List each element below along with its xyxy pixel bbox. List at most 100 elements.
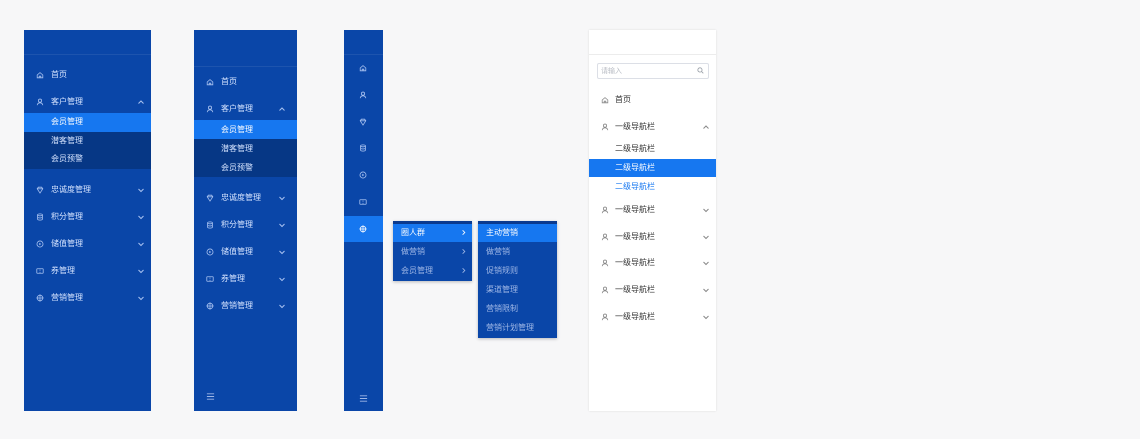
play-circle-icon: [36, 240, 44, 248]
database-icon: [36, 212, 44, 221]
sidebar-item-6[interactable]: 营销管理: [194, 297, 297, 315]
submenu-item-2[interactable]: 会员预警: [24, 150, 151, 169]
light-submenu-item-1[interactable]: 二级导航栏: [589, 159, 716, 177]
chevron-up-icon: [702, 123, 709, 130]
sidebar-item-1[interactable]: 客户管理: [24, 93, 151, 111]
sidebar-item-3[interactable]: 积分管理: [194, 216, 297, 234]
submenu-item-label: 潜客管理: [51, 135, 83, 145]
sidebar-item-label: 营销管理: [221, 301, 253, 310]
user-icon: [601, 286, 609, 294]
flyout-menu-2: 主动营销做营销促销规则渠道管理营销限制营销计划管理: [478, 221, 557, 338]
database-icon: [359, 144, 367, 152]
ticket-icon: [359, 198, 367, 206]
menu-fold-icon[interactable]: [206, 392, 215, 401]
flyout2-item-1[interactable]: 做营销: [478, 243, 557, 261]
home-icon: [359, 64, 367, 72]
ticket-icon: [206, 275, 214, 283]
submenu-item-label: 会员预警: [51, 154, 83, 163]
chevron-down-icon: [702, 206, 709, 213]
user-icon: [601, 123, 609, 131]
chevron-down-icon: [137, 213, 144, 220]
light-menu-item-3[interactable]: 一级导航栏: [589, 254, 716, 272]
light-menu-item-2[interactable]: 一级导航栏: [589, 228, 716, 246]
submenu-item-1[interactable]: 潜客管理: [24, 131, 151, 150]
sidebar-item-2[interactable]: 忠诚度管理: [194, 189, 297, 207]
sidebar-expanded-1: 首页客户管理会员管理潜客管理会员预警忠诚度管理积分管理储值管理券管理营销管理: [24, 30, 151, 411]
sidebar-item-label: 客户管理: [51, 97, 83, 106]
submenu-item-1[interactable]: 潜客管理: [194, 139, 297, 158]
sidebar-item-1[interactable]: 客户管理: [194, 100, 297, 118]
chevron-down-icon: [137, 267, 144, 274]
user-icon: [36, 98, 44, 106]
flyout-item-label: 做营销: [401, 247, 425, 256]
flyout1-item-1[interactable]: 做营销: [393, 243, 472, 261]
submenu-item-label: 会员预警: [221, 163, 253, 172]
flyout-item-label: 渠道管理: [486, 285, 518, 294]
sidebar-item-label: 积分管理: [221, 220, 253, 229]
sidebar-item-6[interactable]: 营销管理: [24, 289, 151, 307]
submenu-item-0[interactable]: 会员管理: [194, 120, 297, 139]
search-placeholder: 请输入: [601, 67, 622, 75]
sidebar-item-4[interactable]: 储值管理: [24, 235, 151, 253]
light-submenu-item-2[interactable]: 二级导航栏: [589, 178, 716, 196]
flyout2-item-3[interactable]: 渠道管理: [478, 281, 557, 299]
sidebar-item-3[interactable]: 积分管理: [24, 208, 151, 226]
sidebar-item-label: 营销管理: [51, 292, 83, 302]
sidebar-icon-item-1[interactable]: [344, 82, 383, 108]
chevron-down-icon: [137, 186, 144, 193]
flyout2-item-0[interactable]: 主动营销: [478, 224, 557, 242]
light-menu-item-5[interactable]: 一级导航栏: [589, 308, 716, 326]
flyout-item-label: 营销计划管理: [486, 323, 534, 332]
sidebar-icon-item-3[interactable]: [344, 135, 383, 161]
user-icon: [601, 206, 609, 214]
search-icon[interactable]: [697, 67, 704, 74]
sidebar-header: [344, 30, 383, 55]
submenu-item-2[interactable]: 会员预警: [194, 158, 297, 177]
chevron-right-icon: [460, 229, 467, 236]
play-circle-icon: [359, 171, 367, 179]
sidebar-icon-item-5[interactable]: [344, 189, 383, 215]
sidebar-item-5[interactable]: 券管理: [194, 270, 297, 288]
flyout-item-label: 营销限制: [486, 304, 518, 313]
submenu-item-0[interactable]: 会员管理: [24, 113, 151, 132]
submenu-item-label: 会员管理: [51, 117, 83, 126]
diamond-icon: [359, 118, 367, 126]
sidebar-item-0[interactable]: 首页: [24, 66, 151, 84]
sidebar-item-5[interactable]: 券管理: [24, 262, 151, 280]
light-menu-label: 一级导航栏: [615, 205, 655, 214]
light-submenu-label: 二级导航栏: [615, 182, 655, 191]
sidebar-icon-item-6[interactable]: [344, 215, 383, 242]
sidebar-item-4[interactable]: 储值管理: [194, 243, 297, 261]
search-input[interactable]: 请输入: [597, 63, 709, 79]
flyout2-item-4[interactable]: 营销限制: [478, 300, 557, 318]
sidebar-icon-item-0[interactable]: [344, 55, 383, 81]
chevron-down-icon: [702, 259, 709, 266]
flyout1-item-0[interactable]: 圈人群: [393, 224, 472, 242]
light-menu-item-4[interactable]: 一级导航栏: [589, 281, 716, 299]
user-icon: [601, 313, 609, 321]
flyout1-item-2[interactable]: 会员管理: [393, 262, 472, 280]
chevron-down-icon: [278, 248, 285, 255]
light-submenu-item-0[interactable]: 二级导航栏: [589, 140, 716, 158]
sidebar-item-2[interactable]: 忠诚度管理: [24, 181, 151, 199]
flyout-item-label: 会员管理: [401, 266, 433, 275]
sidebar-icon-item-2[interactable]: [344, 109, 383, 135]
user-icon: [601, 259, 609, 267]
flyout-item-label: 做营销: [486, 247, 510, 256]
flyout-item-label: 促销规则: [486, 266, 518, 275]
chevron-down-icon: [137, 294, 144, 301]
sidebar-item-0[interactable]: 首页: [194, 73, 297, 91]
sidebar-icon-item-4[interactable]: [344, 162, 383, 188]
ticket-icon: [36, 267, 44, 275]
sidebar-expanded-2: 首页客户管理会员管理潜客管理会员预警忠诚度管理积分管理储值管理券管理营销管理: [194, 30, 297, 411]
flyout2-item-2[interactable]: 促销规则: [478, 262, 557, 280]
chevron-up-icon: [137, 98, 144, 105]
light-menu-home[interactable]: 首页: [589, 91, 716, 109]
light-menu-item-0[interactable]: 一级导航栏: [589, 118, 716, 136]
flyout-item-label: 圈人群: [401, 228, 425, 237]
sidebar-item-label: 券管理: [51, 265, 75, 275]
light-menu-item-1[interactable]: 一级导航栏: [589, 201, 716, 219]
menu-fold-icon[interactable]: [359, 394, 368, 403]
submenu-item-label: 潜客管理: [221, 144, 253, 153]
flyout2-item-5[interactable]: 营销计划管理: [478, 319, 557, 337]
